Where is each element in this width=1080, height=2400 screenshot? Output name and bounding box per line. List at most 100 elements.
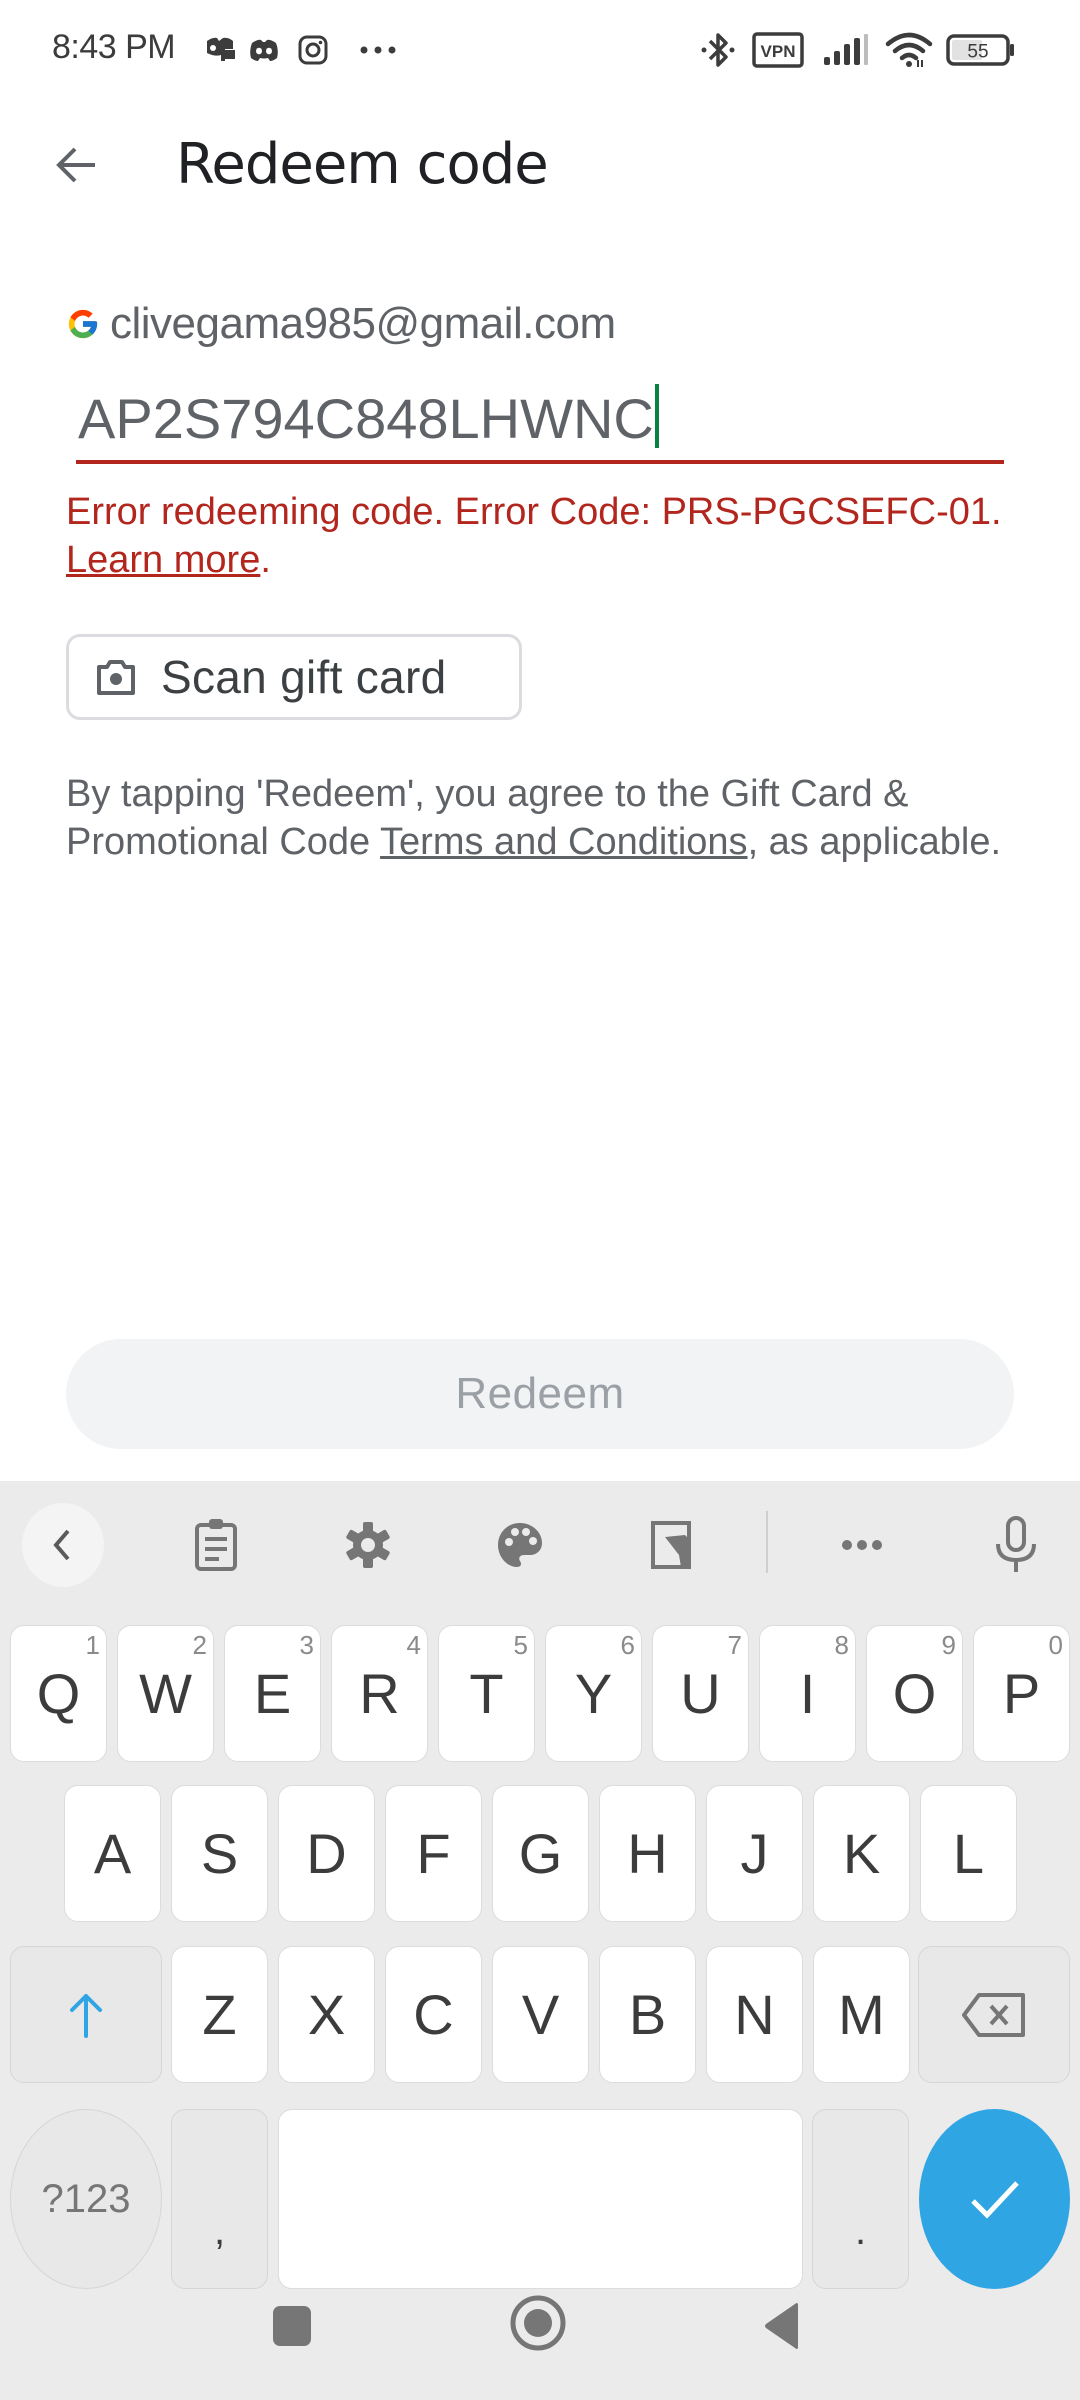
error-message-text: Error redeeming code. Error Code: PRS-PG… xyxy=(66,491,1002,533)
shift-arrow-icon xyxy=(70,1993,102,2038)
key-hint: 9 xyxy=(941,1630,956,1660)
key-hint: 5 xyxy=(513,1630,528,1660)
key-d[interactable]: D xyxy=(278,1785,375,1922)
comma-key[interactable]: , xyxy=(171,2109,268,2289)
one-handed-icon xyxy=(651,1521,691,1569)
theme-palette-icon xyxy=(498,1523,542,1567)
instagram-icon xyxy=(296,30,330,70)
keyboard-settings-button[interactable] xyxy=(326,1503,410,1587)
keyboard-collapse-button[interactable] xyxy=(22,1503,104,1587)
key-p[interactable]: P0 xyxy=(973,1625,1070,1762)
error-message: Error redeeming code. Error Code: PRS-PG… xyxy=(66,488,1006,584)
symbols-key[interactable]: ?123 xyxy=(10,2109,162,2289)
key-h[interactable]: H xyxy=(599,1785,696,1922)
key-b[interactable]: B xyxy=(599,1946,696,2083)
key-g[interactable]: G xyxy=(492,1785,589,1922)
discord-icon xyxy=(246,30,282,70)
key-v[interactable]: V xyxy=(492,1946,589,2083)
scan-gift-card-button[interactable]: Scan gift card xyxy=(66,634,522,720)
period-key[interactable]: . xyxy=(812,2109,909,2289)
redeem-button[interactable]: Redeem xyxy=(66,1339,1014,1449)
toolbar-divider xyxy=(766,1511,768,1573)
key-c[interactable]: C xyxy=(385,1946,482,2083)
back-button[interactable] xyxy=(40,128,114,202)
key-x[interactable]: X xyxy=(278,1946,375,2083)
key-a[interactable]: A xyxy=(64,1785,161,1922)
account-email: clivegama985@gmail.com xyxy=(110,299,616,348)
key-hint: 2 xyxy=(192,1630,207,1660)
checkmark-icon xyxy=(970,2181,1019,2219)
code-input-error-underline xyxy=(76,460,1004,464)
bluetooth-icon xyxy=(700,30,736,70)
key-r[interactable]: R4 xyxy=(331,1625,428,1762)
nav-back-button[interactable] xyxy=(752,2296,812,2356)
more-notifications-icon xyxy=(356,30,400,70)
home-icon xyxy=(510,2295,566,2351)
key-hint: 3 xyxy=(299,1630,314,1660)
key-m[interactable]: M xyxy=(813,1946,910,2083)
backspace-icon xyxy=(962,1992,1025,2037)
key-k[interactable]: K xyxy=(813,1785,910,1922)
key-i[interactable]: I8 xyxy=(759,1625,856,1762)
code-value-text: AP2S794C848LHWNC xyxy=(78,387,654,450)
arrow-back-icon xyxy=(56,147,95,183)
error-message-suffix: . xyxy=(260,539,271,581)
terms-and-conditions-link[interactable]: Terms and Conditions xyxy=(380,821,748,863)
done-key[interactable] xyxy=(919,2109,1070,2289)
soft-keyboard: Q1W2E3R4T5Y6U7I8O9P0 ASDFGHJKL ZXCVBNM ?… xyxy=(0,1481,1080,2400)
code-input[interactable]: AP2S794C848LHWNC xyxy=(76,370,1004,464)
key-s[interactable]: S xyxy=(171,1785,268,1922)
signal-icon xyxy=(822,30,870,70)
key-label: W xyxy=(139,1662,192,1725)
clipboard-button[interactable] xyxy=(174,1503,258,1587)
key-n[interactable]: N xyxy=(706,1946,803,2083)
key-hint: 1 xyxy=(85,1630,100,1660)
vpn-icon: VPN xyxy=(752,30,804,70)
google-logo-icon xyxy=(68,309,98,339)
key-label: E xyxy=(253,1662,292,1725)
app-bar: Redeem code xyxy=(0,110,1080,220)
key-hint: 0 xyxy=(1048,1630,1063,1660)
voice-input-button[interactable] xyxy=(974,1503,1058,1587)
learn-more-link[interactable]: Learn more xyxy=(66,539,260,581)
key-o[interactable]: O9 xyxy=(866,1625,963,1762)
terms-text: By tapping 'Redeem', you agree to the Gi… xyxy=(66,770,1026,866)
discord-chat-icon xyxy=(202,30,238,70)
key-q[interactable]: Q1 xyxy=(10,1625,107,1762)
vpn-label: VPN xyxy=(761,42,796,61)
key-t[interactable]: T5 xyxy=(438,1625,535,1762)
status-time: 8:43 PM xyxy=(52,28,176,66)
key-label: T xyxy=(469,1662,504,1725)
theme-button[interactable] xyxy=(478,1503,562,1587)
microphone-icon xyxy=(996,1516,1036,1572)
key-e[interactable]: E3 xyxy=(224,1625,321,1762)
home-button[interactable] xyxy=(506,2291,570,2355)
backspace-key[interactable] xyxy=(918,1946,1070,2083)
key-l[interactable]: L xyxy=(920,1785,1017,1922)
key-z[interactable]: Z xyxy=(171,1946,268,2083)
one-handed-mode-button[interactable] xyxy=(630,1503,714,1587)
key-y[interactable]: Y6 xyxy=(545,1625,642,1762)
keyboard-toolbar xyxy=(0,1481,1080,1607)
key-label: P xyxy=(1002,1662,1041,1725)
key-label: Q xyxy=(36,1662,81,1725)
key-label: O xyxy=(892,1662,937,1725)
key-j[interactable]: J xyxy=(706,1785,803,1922)
shift-key[interactable] xyxy=(10,1946,162,2083)
key-u[interactable]: U7 xyxy=(652,1625,749,1762)
camera-icon xyxy=(97,660,135,695)
key-f[interactable]: F xyxy=(385,1785,482,1922)
space-key[interactable] xyxy=(278,2109,803,2289)
key-label: R xyxy=(359,1662,400,1725)
key-label: Y xyxy=(574,1662,613,1725)
recents-button[interactable] xyxy=(262,2296,322,2356)
more-options-button[interactable] xyxy=(820,1503,904,1587)
page-title: Redeem code xyxy=(176,132,549,197)
recents-icon xyxy=(273,2306,311,2346)
text-cursor xyxy=(654,384,659,448)
code-input-value[interactable]: AP2S794C848LHWNC xyxy=(78,384,659,451)
key-w[interactable]: W2 xyxy=(117,1625,214,1762)
more-icon xyxy=(842,1540,882,1550)
key-hint: 4 xyxy=(406,1630,421,1660)
key-label: U xyxy=(680,1662,721,1725)
